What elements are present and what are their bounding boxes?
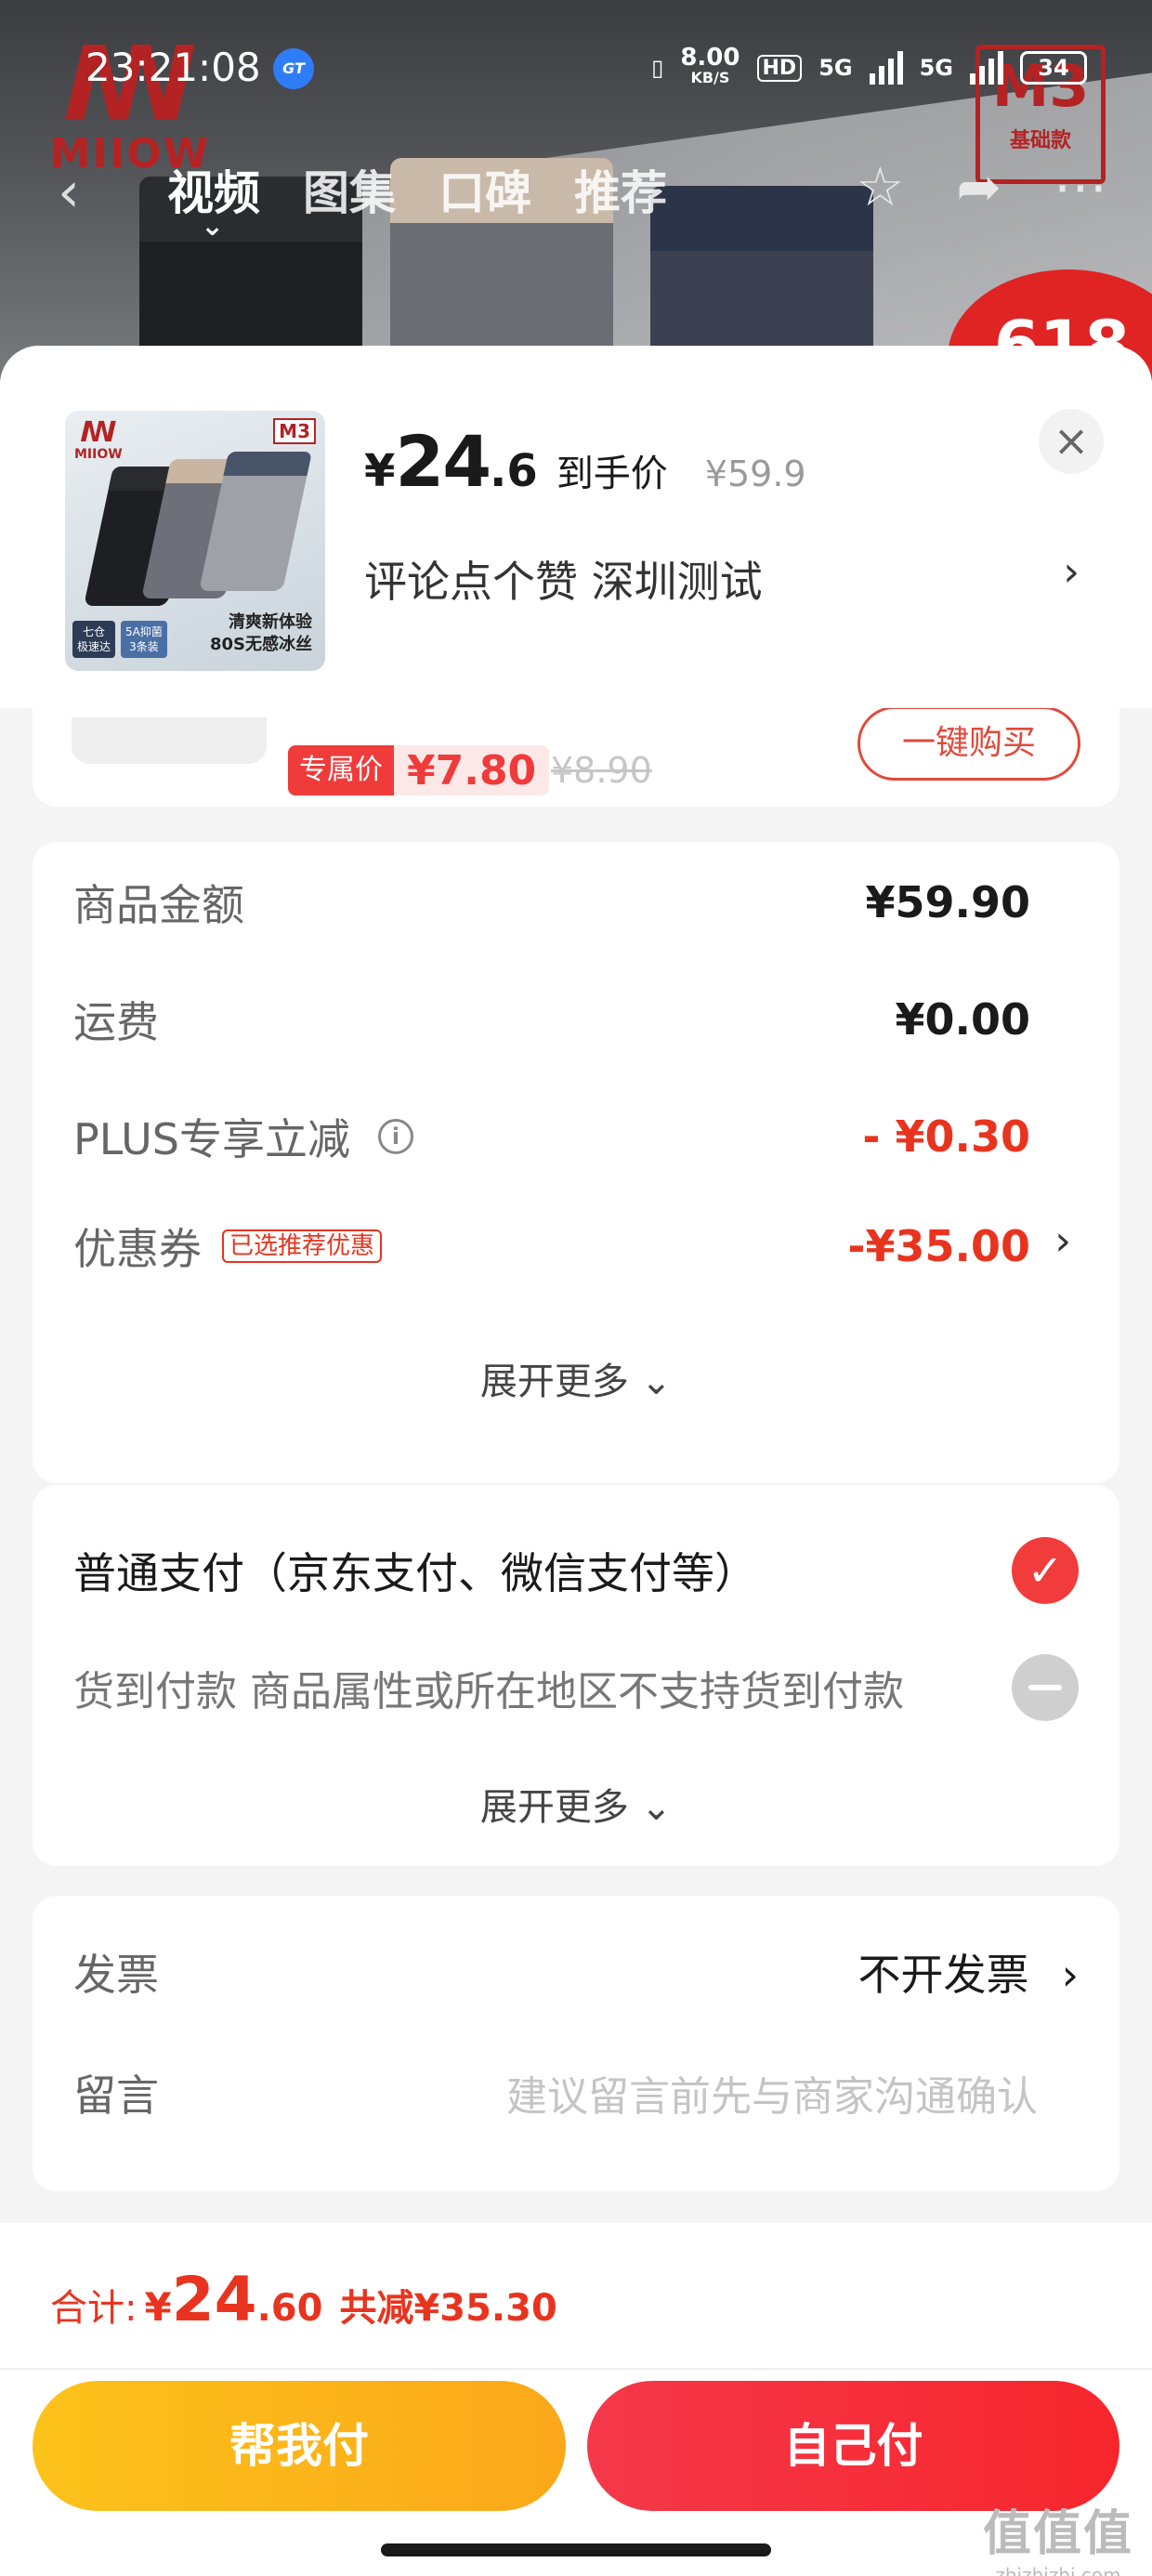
recommended-coupon-badge: 已选推荐优惠 xyxy=(222,1229,383,1263)
exclusive-price-value: ¥7.80 xyxy=(407,746,537,795)
note-label: 留言 xyxy=(73,2070,159,2121)
original-price: ¥59.9 xyxy=(704,453,806,494)
chevron-down-icon: ⌄ xyxy=(628,1786,673,1829)
disabled-icon xyxy=(1012,1654,1079,1721)
close-button[interactable]: × xyxy=(1039,409,1104,474)
price-currency: ¥ xyxy=(364,445,396,497)
payment-card: 普通支付（京东支付、微信支付等） ✓ 货到付款 商品属性或所在地区不支持货到付款… xyxy=(33,1485,1119,1866)
thumb-tag-antibacterial: 5A抑菌 3条装 xyxy=(121,621,167,658)
star-icon[interactable]: ☆ xyxy=(856,154,904,219)
share-icon[interactable]: ➦ xyxy=(956,154,1001,219)
status-icons: ▯ 8.00 KB/S HD 5G 5G 34 xyxy=(651,45,1087,91)
nav-actions: ☆ ➦ ⋯ xyxy=(856,154,1107,219)
total-saved: 共减¥35.30 xyxy=(339,2287,557,2330)
total-label: 合计: xyxy=(50,2287,137,2330)
total-decimal: .60 xyxy=(256,2287,323,2330)
checkout-footer: 合计: ¥ 24 .60 共减¥35.30 帮我付 自己付 值值值 zhizhi… xyxy=(0,2223,1152,2576)
plus-discount-label: PLUS专享立减 i xyxy=(73,1106,413,1167)
shipping-row: 运费 ¥0.00 xyxy=(73,987,1030,1052)
battery-icon: 34 xyxy=(1020,51,1087,85)
coupon-label: 优惠券 已选推荐优惠 xyxy=(73,1216,383,1277)
chevron-right-icon: › xyxy=(1061,1950,1079,2000)
note-row: 留言 建议留言前先与商家沟通确认 xyxy=(73,2056,1079,2130)
back-arrow-icon[interactable]: ‹ xyxy=(58,160,80,225)
hd-voice-icon: HD xyxy=(756,54,803,82)
price-decimal: .6 xyxy=(490,445,538,497)
vibrate-icon: ▯ xyxy=(651,55,664,81)
total-currency: ¥ xyxy=(144,2284,172,2330)
invoice-card: 发票 不开发票 › 留言 建议留言前先与商家沟通确认 xyxy=(33,1896,1119,2191)
product-tabs: 视频 图集 口碑 推荐 ⌄ xyxy=(167,156,667,243)
exclusive-price-tag: 专属价 ¥7.80 xyxy=(288,745,550,795)
network-speed: 8.00 KB/S xyxy=(680,44,740,86)
plus-discount-row: PLUS专享立减 i - ¥0.30 xyxy=(73,1104,1030,1169)
amount-card: 商品金额 ¥59.90 运费 ¥0.00 PLUS专享立减 i - ¥0.30 … xyxy=(33,842,1119,1483)
exclusive-price-label: 专属价 xyxy=(288,745,394,795)
more-icon[interactable]: ⋯ xyxy=(1054,154,1107,219)
coupon-value: -¥35.00 xyxy=(847,1221,1030,1271)
thumb-tag-delivery: 七仓 极速达 xyxy=(72,621,116,658)
price-integer: 24 xyxy=(395,420,491,503)
goods-amount-label: 商品金额 xyxy=(73,880,244,930)
invoice-label: 发票 xyxy=(73,1950,159,2000)
expand-more-payment[interactable]: 展开更多 ⌄ xyxy=(33,1777,1119,1831)
chevron-down-icon: ⌄ xyxy=(628,1360,673,1403)
price-label: 到手价 xyxy=(556,453,668,495)
chevron-right-icon[interactable]: › xyxy=(1063,548,1080,596)
status-time: 23:21:08 xyxy=(85,45,261,90)
check-icon[interactable]: ✓ xyxy=(1012,1537,1079,1604)
info-icon[interactable]: i xyxy=(377,1119,413,1154)
selected-spec[interactable]: 评论点个赞 深圳测试 xyxy=(364,548,763,610)
close-icon: × xyxy=(1053,415,1090,466)
footer-divider xyxy=(0,2368,1152,2370)
note-input[interactable]: 建议留言前先与商家沟通确认 xyxy=(506,2063,1038,2123)
total-integer: 24 xyxy=(171,2264,257,2335)
product-nav-bar: ‹ 视频 图集 口碑 推荐 ⌄ ☆ ➦ ⋯ xyxy=(0,149,1152,243)
tab-gallery[interactable]: 图集 xyxy=(303,156,396,223)
addon-thumbnail xyxy=(72,717,267,764)
watermark: 值值值 zhizhizhi.com xyxy=(982,2506,1133,2576)
invoice-value-group: 不开发票 › xyxy=(858,1941,1080,2003)
goods-amount-value: ¥59.90 xyxy=(865,877,1030,927)
signal-label-2: 5G xyxy=(919,55,953,81)
tab-reviews[interactable]: 口碑 xyxy=(439,156,531,223)
tab-indicator-icon: ⌄ xyxy=(201,210,225,243)
plus-discount-value: - ¥0.30 xyxy=(862,1111,1030,1162)
shipping-value: ¥0.00 xyxy=(895,994,1030,1045)
sheet-header: ꟿ MIIOW M3 七仓 极速达 5A抑菌 3条装 清爽新体验 80S无感冰丝 … xyxy=(0,346,1152,708)
thumb-tags: 七仓 极速达 5A抑菌 3条装 xyxy=(72,621,167,658)
final-price: ¥ 24 .6 到手价 ¥59.9 xyxy=(364,420,806,503)
payment-normal-label: 普通支付（京东支付、微信支付等） xyxy=(73,1548,757,1598)
one-click-buy-button[interactable]: 一键购买 xyxy=(857,706,1080,781)
payment-cod-label: 货到付款 商品属性或所在地区不支持货到付款 xyxy=(73,1668,904,1715)
addon-old-price: ¥8.90 xyxy=(551,750,652,791)
product-thumbnail[interactable]: ꟿ MIIOW M3 七仓 极速达 5A抑菌 3条装 清爽新体验 80S无感冰丝 xyxy=(65,411,325,671)
signal-icon-2 xyxy=(970,51,1003,85)
help-me-pay-button[interactable]: 帮我付 xyxy=(33,2381,566,2511)
gt-app-icon: GT xyxy=(273,48,314,89)
payment-cod-row: 货到付款 商品属性或所在地区不支持货到付款 xyxy=(73,1650,1079,1725)
thumb-caption: 清爽新体验 80S无感冰丝 xyxy=(209,612,312,654)
pay-myself-button[interactable]: 自己付 xyxy=(587,2381,1119,2511)
status-bar: 23:21:08 GT ▯ 8.00 KB/S HD 5G 5G 34 xyxy=(0,0,1152,130)
goods-amount-row: 商品金额 ¥59.90 xyxy=(73,870,1030,935)
shipping-label: 运费 xyxy=(73,997,159,1047)
coupon-row[interactable]: 优惠券 已选推荐优惠 -¥35.00 xyxy=(73,1214,1030,1279)
total-amount: 合计: ¥ 24 .60 共减¥35.30 xyxy=(50,2264,557,2335)
thumb-m3-badge: M3 xyxy=(273,418,316,444)
invoice-value: 不开发票 xyxy=(857,1950,1029,2000)
invoice-row[interactable]: 发票 不开发票 › xyxy=(73,1935,1079,2009)
thumb-brand-logo: ꟿ MIIOW xyxy=(74,416,123,463)
expand-more-amounts[interactable]: 展开更多 ⌄ xyxy=(33,1351,1119,1405)
signal-icon-1 xyxy=(869,51,903,85)
chevron-right-icon[interactable]: › xyxy=(1054,1217,1071,1265)
home-indicator[interactable] xyxy=(381,2543,771,2556)
payment-normal-row[interactable]: 普通支付（京东支付、微信支付等） ✓ xyxy=(73,1533,1079,1608)
signal-label-1: 5G xyxy=(818,55,853,81)
tab-recommend[interactable]: 推荐 xyxy=(574,156,667,223)
